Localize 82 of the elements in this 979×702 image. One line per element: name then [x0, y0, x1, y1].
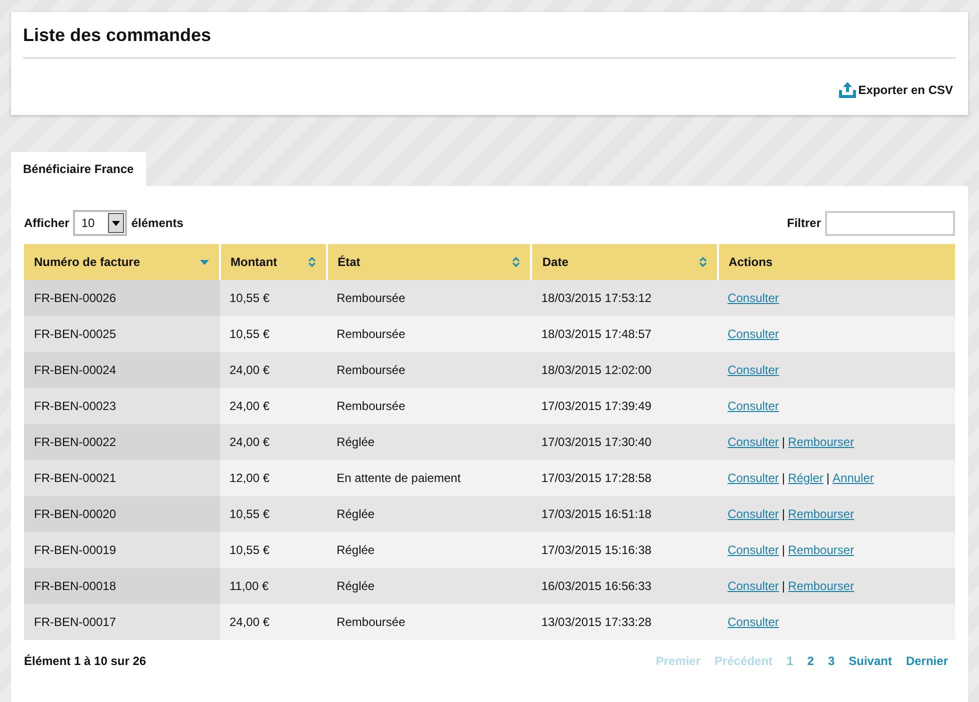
table-cell: 13/03/2015 17:33:28	[531, 604, 718, 640]
action-link[interactable]: Consulter	[728, 471, 779, 485]
table-cell: 17/03/2015 17:28:58	[531, 460, 718, 496]
table-cell: FR-BEN-00017	[24, 604, 220, 640]
table-cell: Remboursée	[326, 316, 532, 352]
show-label: Afficher	[24, 215, 70, 232]
table-cell: FR-BEN-00022	[24, 424, 220, 460]
table-cell: Réglée	[326, 532, 532, 568]
table-cell: FR-BEN-00023	[24, 388, 220, 424]
table-cell: FR-BEN-00021	[24, 460, 220, 496]
pagination-link[interactable]: Suivant	[842, 652, 899, 670]
export-csv-link[interactable]: Exporter en CSV	[839, 81, 953, 99]
action-link[interactable]: Consulter	[728, 507, 779, 521]
table-cell: 18/03/2015 12:02:00	[531, 352, 718, 388]
separator: |	[782, 435, 786, 449]
action-link[interactable]: Rembourser	[788, 507, 854, 521]
filter-label: Filtrer	[786, 215, 821, 232]
action-link[interactable]: Régler	[788, 471, 824, 485]
page-title: Liste des commandes	[23, 24, 956, 59]
table-cell: En attente de paiement	[326, 460, 532, 496]
action-link[interactable]: Annuler	[832, 471, 874, 485]
action-link[interactable]: Consulter	[728, 291, 779, 305]
action-link[interactable]: Rembourser	[788, 435, 854, 449]
action-link[interactable]: Rembourser	[788, 543, 854, 557]
table-cell: 18/03/2015 17:53:12	[531, 280, 718, 316]
action-link[interactable]: Consulter	[728, 363, 779, 377]
table-cell: 11,00 €	[220, 568, 327, 604]
upload-icon	[839, 82, 856, 98]
caret-icon	[112, 220, 120, 226]
separator: |	[826, 471, 830, 485]
table-cell: FR-BEN-00020	[24, 496, 220, 532]
table-cell: 17/03/2015 17:39:49	[531, 388, 718, 424]
table-cell: 12,00 €	[220, 460, 327, 496]
table-cell: Réglée	[326, 424, 532, 460]
table-cell: 17/03/2015 16:51:18	[531, 496, 718, 532]
table-cell: 17/03/2015 15:16:38	[531, 532, 718, 568]
table-cell: 24,00 €	[220, 352, 327, 388]
table-cell: FR-BEN-00018	[24, 568, 220, 604]
pagination-link[interactable]: 3	[820, 652, 842, 670]
column-header[interactable]: Numéro de facture	[24, 244, 220, 280]
table-cell: Réglée	[326, 496, 532, 532]
separator: |	[782, 507, 786, 521]
action-link[interactable]: Consulter	[728, 327, 779, 341]
pagination-link[interactable]: Dernier	[898, 652, 955, 670]
column-header[interactable]: Date	[531, 244, 718, 280]
separator: |	[782, 579, 786, 593]
table-cell: Réglée	[326, 568, 532, 604]
table-cell: 18/03/2015 17:48:57	[531, 316, 718, 352]
table-cell: FR-BEN-00025	[24, 316, 220, 352]
table-cell: FR-BEN-00024	[24, 352, 220, 388]
column-header[interactable]: État	[326, 244, 532, 280]
elements-label: éléments	[131, 215, 184, 232]
table-cell: 10,55 €	[220, 316, 327, 352]
filter-field[interactable]	[825, 210, 955, 236]
pagination-link[interactable]: 2	[800, 652, 821, 670]
table-cell: FR-BEN-00019	[24, 532, 220, 568]
table-cell: FR-BEN-00026	[24, 280, 220, 316]
action-link[interactable]: Rembourser	[788, 579, 854, 593]
table-cell: 10,55 €	[220, 496, 327, 532]
table-cell: 10,55 €	[220, 532, 327, 568]
column-header: Actions	[718, 244, 955, 280]
action-link[interactable]: Consulter	[728, 435, 779, 449]
table-cell: Remboursée	[326, 280, 532, 316]
action-link[interactable]: Consulter	[728, 615, 779, 629]
table-cell: 17/03/2015 17:30:40	[531, 424, 718, 460]
table-cell: Remboursée	[326, 604, 532, 640]
table-cell: 24,00 €	[220, 424, 327, 460]
page-size-select[interactable]: 10	[73, 210, 128, 236]
table-cell: 24,00 €	[220, 604, 327, 640]
separator: |	[782, 471, 786, 485]
table-cell: Remboursée	[326, 388, 532, 424]
action-link[interactable]: Consulter	[728, 543, 779, 557]
column-header[interactable]: Montant	[220, 244, 327, 280]
action-link[interactable]: Consulter	[728, 579, 779, 593]
table-info: Élément 1 à 10 sur 26	[24, 653, 146, 670]
table-cell: Remboursée	[326, 352, 532, 388]
separator: |	[782, 543, 786, 557]
table-cell: 24,00 €	[220, 388, 327, 424]
table-cell: 10,55 €	[220, 280, 327, 316]
action-link[interactable]: Consulter	[728, 399, 779, 413]
table-cell: 16/03/2015 16:56:33	[531, 568, 718, 604]
tab[interactable]: Bénéficiaire France	[11, 152, 146, 186]
